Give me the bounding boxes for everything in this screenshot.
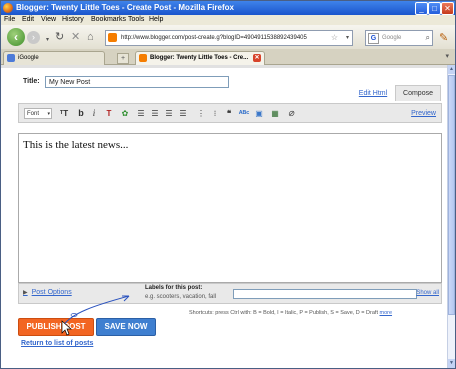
- tab-bar: iGoogle + Blogger: Twenty Little Toes - …: [1, 49, 455, 65]
- reload-icon[interactable]: ↻: [55, 31, 64, 43]
- home-icon[interactable]: ⌂: [87, 31, 94, 43]
- menu-tools[interactable]: Tools: [128, 15, 144, 25]
- menu-edit[interactable]: Edit: [22, 15, 34, 25]
- menu-bookmarks[interactable]: Bookmarks: [91, 15, 126, 25]
- save-now-button[interactable]: SAVE NOW: [96, 318, 156, 336]
- tab-igoogle[interactable]: iGoogle: [3, 51, 105, 65]
- blockquote-icon[interactable]: ❝: [224, 108, 234, 119]
- tab-list-icon[interactable]: ▾: [445, 52, 449, 60]
- post-title-label: Title:: [23, 78, 40, 85]
- expand-triangle-icon: ▶: [23, 290, 28, 296]
- font-select[interactable]: Font ▾: [24, 108, 52, 119]
- back-icon[interactable]: ‹: [7, 28, 25, 46]
- new-tab-icon[interactable]: +: [117, 53, 129, 64]
- preview-link[interactable]: Preview: [411, 108, 436, 119]
- close-button[interactable]: ✕: [441, 2, 454, 15]
- insert-video-icon[interactable]: ▦: [270, 108, 280, 119]
- numbered-list-icon[interactable]: ⋮: [196, 108, 206, 119]
- close-tab-icon[interactable]: ✕: [253, 54, 261, 62]
- align-left-icon[interactable]: ☰: [136, 108, 146, 119]
- post-title-input[interactable]: My New Post: [45, 76, 229, 88]
- tab-label: iGoogle: [18, 55, 39, 61]
- navigation-toolbar: ‹ › ▾ ↻ ✕ ⌂ http://www.blogger.com/post-…: [1, 25, 455, 50]
- maximize-button[interactable]: □: [428, 2, 441, 15]
- font-select-value: Font: [27, 111, 40, 117]
- justify-icon[interactable]: ☰: [178, 108, 188, 119]
- spellcheck-icon[interactable]: ᴬᴮᶜ: [238, 108, 250, 119]
- menu-file[interactable]: File: [4, 15, 15, 25]
- text-color-icon[interactable]: T: [103, 108, 115, 119]
- search-placeholder: Google: [382, 35, 402, 41]
- address-bar[interactable]: http://www.blogger.com/post-create.g?blo…: [105, 30, 353, 46]
- igoogle-favicon-icon: [7, 54, 15, 62]
- search-engine-icon[interactable]: G: [368, 33, 379, 44]
- show-all-labels-link[interactable]: Show all: [416, 290, 439, 296]
- annotation-loop: [70, 313, 78, 317]
- formatting-toolbar: Font ▾ ᵀT b i T ✿ ☰ ☰ ☰ ☰ ⋮ ⁝ ❝ ᴬᴮᶜ ▣ ▦ ⊘…: [18, 103, 442, 123]
- remove-formatting-icon[interactable]: ⊘: [286, 108, 296, 119]
- italic-icon[interactable]: i: [89, 108, 99, 119]
- menu-help[interactable]: Help: [149, 15, 163, 25]
- shortcuts-text: Shortcuts: press Ctrl with: B = Bold, I …: [189, 310, 378, 316]
- labels-label: Labels for this post:: [145, 285, 203, 291]
- edit-html-tab[interactable]: Edit Html: [352, 86, 394, 102]
- align-center-icon[interactable]: ☰: [150, 108, 160, 119]
- post-options-bar: ▶ Post Options Labels for this post: e.g.…: [18, 283, 442, 304]
- return-to-posts-link[interactable]: Return to list of posts: [21, 340, 93, 347]
- post-body-text: This is the latest news...: [23, 139, 129, 151]
- insert-image-icon[interactable]: ▣: [254, 108, 264, 119]
- search-icon[interactable]: ⌕: [426, 31, 430, 45]
- post-body-editor[interactable]: This is the latest news...: [18, 133, 442, 283]
- blogger-favicon-icon: [108, 33, 117, 42]
- align-right-icon[interactable]: ☰: [164, 108, 174, 119]
- menu-history[interactable]: History: [62, 15, 84, 25]
- page-top-strip: [1, 65, 447, 68]
- keyboard-shortcuts-hint: Shortcuts: press Ctrl with: B = Bold, I …: [189, 310, 392, 316]
- bold-icon[interactable]: b: [76, 108, 86, 119]
- addon-icon[interactable]: ✎: [439, 31, 448, 44]
- browser-window: Blogger: Twenty Little Toes - Create Pos…: [0, 0, 456, 369]
- chevron-down-icon: ▾: [47, 111, 50, 117]
- shortcuts-more-link[interactable]: more: [380, 310, 393, 316]
- scroll-thumb[interactable]: [448, 75, 455, 315]
- minimize-button[interactable]: _: [415, 2, 428, 15]
- scroll-up-icon[interactable]: ▲: [448, 65, 455, 74]
- menu-bar: File Edit View History Bookmarks Tools H…: [1, 15, 455, 25]
- highlight-icon[interactable]: ✿: [119, 108, 131, 119]
- font-size-icon[interactable]: ᵀT: [57, 108, 71, 119]
- bulleted-list-icon[interactable]: ⁝: [210, 108, 220, 119]
- url-dropdown-icon[interactable]: ▾: [346, 31, 349, 45]
- post-options-link[interactable]: ▶ Post Options: [23, 289, 72, 296]
- labels-input[interactable]: [233, 289, 417, 299]
- firefox-icon: [3, 3, 13, 13]
- history-dropdown-icon[interactable]: ▾: [46, 34, 49, 46]
- menu-view[interactable]: View: [41, 15, 56, 25]
- bookmark-star-icon[interactable]: ☆: [331, 31, 338, 45]
- labels-example: e.g. scooters, vacation, fall: [145, 294, 217, 300]
- publish-post-button[interactable]: PUBLISH POST: [18, 318, 94, 336]
- page-content: Title: My New Post Edit Html Compose Fon…: [1, 65, 447, 368]
- compose-tab[interactable]: Compose: [395, 85, 441, 101]
- tab-label: Blogger: Twenty Little Toes - Cre...: [150, 55, 249, 61]
- blogger-favicon-icon: [139, 54, 147, 62]
- tab-blogger[interactable]: Blogger: Twenty Little Toes - Cre... ✕: [135, 51, 265, 65]
- post-options-label: Post Options: [31, 289, 72, 296]
- title-bar: Blogger: Twenty Little Toes - Create Pos…: [1, 1, 455, 15]
- search-box[interactable]: G Google ⌕: [365, 30, 433, 46]
- scroll-down-icon[interactable]: ▼: [448, 359, 455, 368]
- vertical-scrollbar[interactable]: ▲ ▼: [447, 65, 455, 368]
- window-title: Blogger: Twenty Little Toes - Create Pos…: [16, 3, 234, 12]
- stop-icon[interactable]: ✕: [71, 31, 80, 43]
- url-text: http://www.blogger.com/post-create.g?blo…: [121, 35, 307, 41]
- forward-icon[interactable]: ›: [27, 31, 40, 44]
